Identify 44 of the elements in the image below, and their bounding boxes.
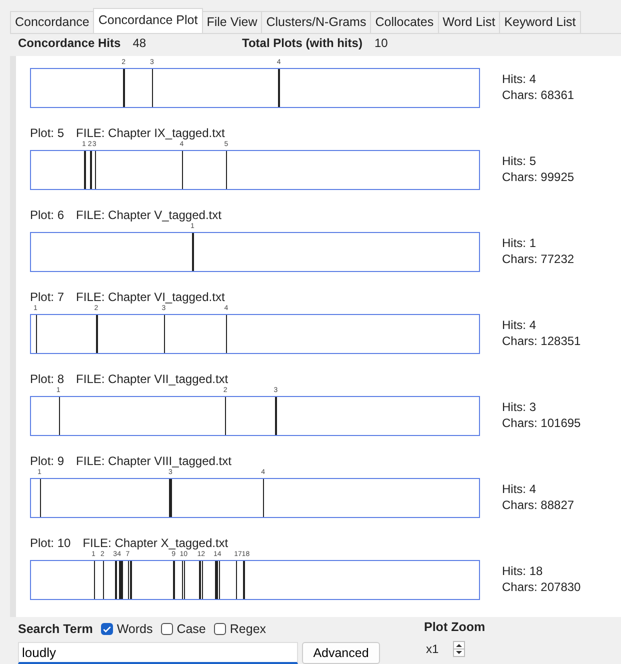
stat-value: 10 — [374, 36, 388, 52]
hits-count: Hits: 5 — [502, 152, 538, 169]
plot-number: Plot: 5 — [30, 126, 64, 140]
checked-checkbox-icon[interactable] — [100, 623, 113, 635]
file-name: FILE: Chapter V_tagged.txt — [76, 208, 222, 222]
tab[interactable]: Concordance Plot — [93, 8, 203, 33]
chars-count: Chars: 128351 — [502, 332, 581, 349]
file-name: FILE: Chapter VIII_tagged.txt — [76, 454, 232, 468]
advanced-button[interactable]: Advanced — [302, 642, 380, 664]
plot-number: Plot: 8 — [30, 372, 64, 386]
plot-number: Plot: 9 — [30, 454, 64, 468]
search-field[interactable]: loudly — [18, 642, 298, 664]
plot-number: Plot: 7 — [30, 290, 64, 304]
plot-zoom-label: Plot Zoom — [424, 620, 486, 634]
stat-label: Total Plots (with hits) — [242, 36, 362, 52]
file-name: FILE: Chapter VII_tagged.txt — [76, 372, 228, 386]
plot-number: Plot: 10 — [30, 536, 71, 550]
chars-count: Chars: 77232 — [502, 250, 574, 267]
hits-count: Hits: 1 — [502, 234, 538, 251]
file-name: FILE: Chapter X_tagged.txt — [82, 536, 228, 550]
hits-count: Hits: 18 — [502, 562, 544, 579]
chars-count: Chars: 99925 — [502, 168, 574, 185]
hits-count: Hits: 4 — [502, 316, 538, 333]
option-checkbox[interactable]: Words — [100, 622, 153, 636]
hits-count: Hits: 4 — [502, 480, 538, 497]
stat-label: Concordance Hits — [18, 36, 121, 52]
search-term-label: Search Term — [18, 622, 93, 636]
hits-count: Hits: 3 — [502, 398, 538, 415]
option-checkbox[interactable]: Case — [160, 622, 206, 636]
option-checkbox[interactable]: Regex — [214, 622, 266, 636]
file-name: FILE: Chapter VI_tagged.txt — [76, 290, 225, 304]
chars-count: Chars: 68361 — [502, 86, 574, 103]
chars-count: Chars: 88827 — [502, 496, 574, 513]
hits-count: Hits: 4 — [502, 70, 538, 87]
plot-number: Plot: 6 — [30, 208, 64, 222]
stat-value: 48 — [132, 36, 146, 52]
tab[interactable]: Keyword List — [499, 11, 581, 33]
chars-count: Chars: 207830 — [502, 578, 581, 595]
chars-count: Chars: 101695 — [502, 414, 581, 431]
tab[interactable]: Concordance — [10, 11, 94, 33]
spinner-arrows-icon[interactable] — [452, 641, 465, 657]
checkbox-icon[interactable] — [160, 623, 173, 635]
file-name: FILE: Chapter IX_tagged.txt — [76, 126, 225, 140]
checkbox-icon[interactable] — [214, 623, 226, 635]
